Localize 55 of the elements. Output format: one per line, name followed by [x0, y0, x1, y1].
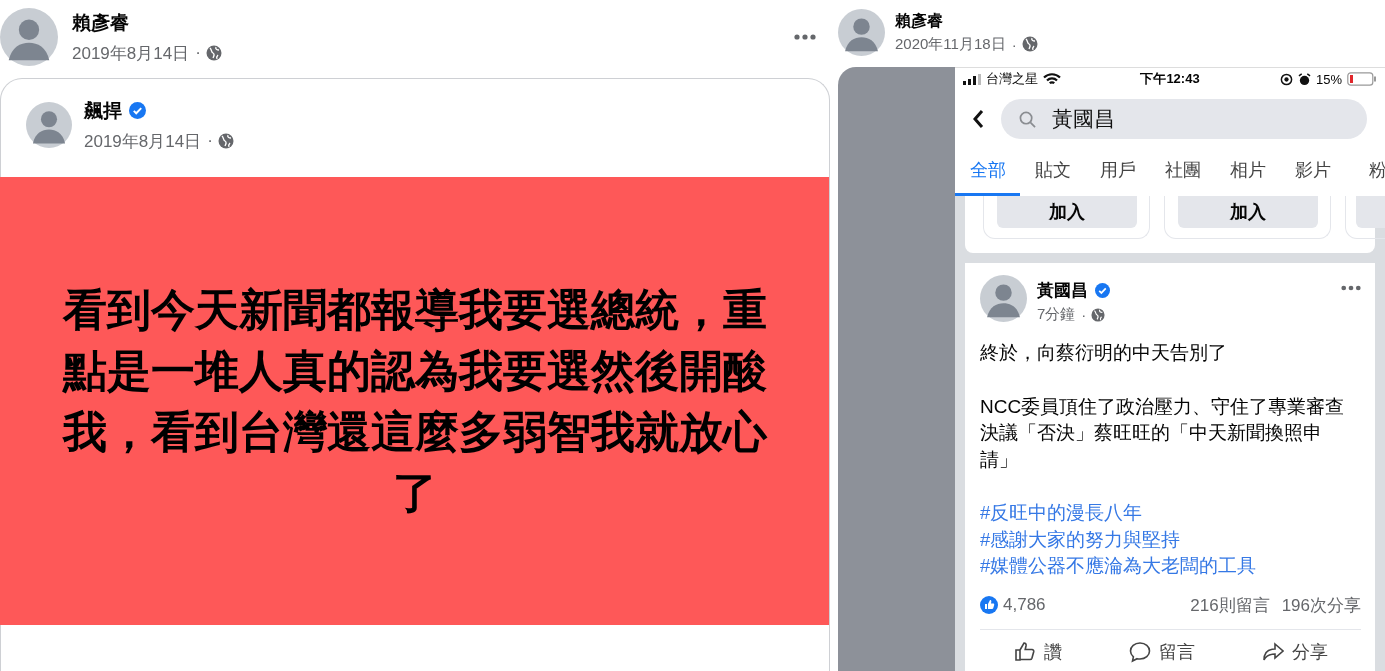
separator-dot: · [195, 43, 201, 63]
more-icon[interactable] [794, 34, 816, 40]
avatar [26, 102, 72, 148]
author-name[interactable]: 賴彥睿 [895, 10, 1385, 32]
post-text: NCC委員頂住了政治壓力、守住了專業審查決議「否決」蔡旺旺的「中天新聞換照申請」 [980, 394, 1346, 472]
author-name[interactable]: 飆捍 [84, 97, 122, 124]
post-time[interactable]: 7分鐘 [1037, 305, 1076, 324]
globe-icon [1091, 307, 1106, 322]
share-count[interactable]: 196次分享 [1281, 593, 1361, 617]
search-tab[interactable]: 貼文 [1020, 158, 1085, 196]
carrier-name: 台灣之星 [986, 70, 1038, 88]
clock-time: 下午12:43 [1140, 70, 1200, 88]
search-field[interactable]: 黃國昌 [1001, 99, 1367, 139]
avatar [838, 8, 885, 56]
globe-icon [205, 45, 222, 61]
like-count: 4,786 [1003, 595, 1046, 615]
join-button[interactable]: 加入 [996, 196, 1137, 228]
speech-bubble-icon [1128, 640, 1151, 663]
post-date[interactable]: 2019年8月14日 [84, 129, 202, 153]
rotation-lock-icon [1279, 72, 1293, 86]
alarm-clock-icon [1297, 72, 1311, 86]
separator-dot: · [1011, 35, 1017, 53]
comment-button[interactable]: 留言 [1128, 639, 1195, 664]
like-icon [980, 596, 998, 614]
wifi-icon [1043, 72, 1061, 86]
globe-icon [217, 133, 234, 149]
separator-dot: · [1081, 306, 1087, 323]
join-button[interactable]: 加入 [1177, 196, 1318, 228]
hashtag-link[interactable]: #媒體公器不應淪為大老闆的工具 [980, 553, 1361, 580]
search-tab[interactable]: 用戶 [1085, 158, 1150, 196]
post-text: 終於，向蔡衍明的中天告別了 [980, 341, 1228, 365]
more-icon[interactable] [1341, 285, 1361, 291]
post-date[interactable]: 2020年11月18日 [895, 34, 1006, 54]
post-date[interactable]: 2019年8月14日 [72, 41, 190, 65]
share-button[interactable]: 分享 [1261, 639, 1328, 664]
thumbs-up-icon [1013, 640, 1036, 663]
hashtag-link[interactable]: #感謝大家的努力與堅持 [980, 526, 1361, 553]
post-text: 看到今天新聞都報導我要選總統，重點是一堆人真的認為我要選然後開酸我，看到台灣還這麼多弱智我就放心了 [61, 284, 769, 519]
battery-icon [1347, 72, 1377, 86]
search-tab[interactable]: 社團 [1150, 158, 1215, 196]
author-name[interactable]: 黃國昌 [1037, 279, 1088, 302]
author-name[interactable]: 賴彥睿 [72, 9, 794, 36]
avatar [980, 275, 1027, 322]
share-arrow-icon [1261, 640, 1284, 663]
search-icon [1019, 110, 1036, 128]
search-tab[interactable]: 相片 [1215, 158, 1280, 196]
like-button[interactable]: 讚 [1013, 639, 1062, 664]
search-tab[interactable]: 影片 [1280, 158, 1345, 196]
globe-icon [1021, 36, 1038, 52]
separator-dot: · [207, 131, 213, 151]
avatar [0, 8, 58, 66]
battery-percent: 15% [1315, 71, 1342, 87]
hashtag-link[interactable]: #反旺中的漫長八年 [980, 500, 1361, 527]
comment-count[interactable]: 216則留言 [1190, 593, 1270, 617]
signal-icon [963, 73, 981, 85]
